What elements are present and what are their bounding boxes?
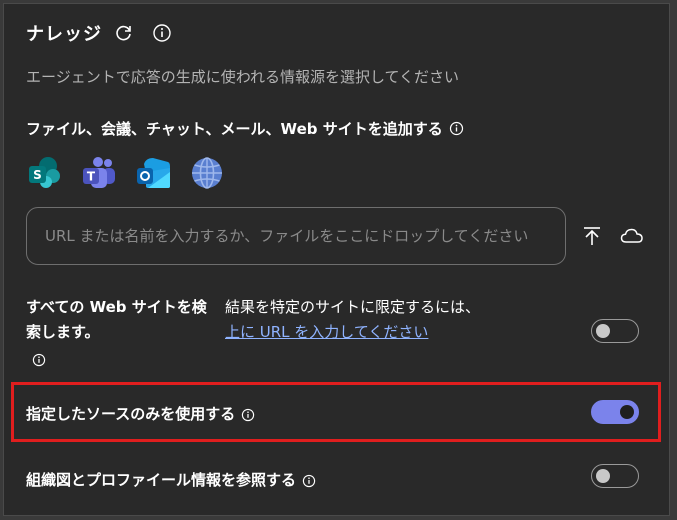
source-picker: S T xyxy=(26,154,242,192)
specified-sources-toggle[interactable] xyxy=(591,400,639,424)
web-search-note: 結果を特定のサイトに限定するには、 上に URL を入力してください xyxy=(225,295,480,345)
url-input[interactable] xyxy=(43,226,565,246)
info-icon[interactable] xyxy=(302,474,316,488)
toggle-knob xyxy=(596,469,610,483)
svg-text:S: S xyxy=(33,168,42,182)
knowledge-panel: ナレッジ エージェントで応答の生成に使われる情報源を選択してください ファイル、… xyxy=(3,3,670,516)
toggle-knob xyxy=(596,324,610,338)
info-icon[interactable] xyxy=(449,121,464,136)
add-sources-heading: ファイル、会議、チャット、メール、Web サイトを追加する xyxy=(26,118,464,139)
org-chart-label: 組織図とプロファイール情報を参照する xyxy=(26,471,297,489)
add-sources-label: ファイル、会議、チャット、メール、Web サイトを追加する xyxy=(26,120,443,138)
web-search-note-text: 結果を特定のサイトに限定するには、 xyxy=(225,298,481,316)
org-chart-row: 組織図とプロファイール情報を参照する xyxy=(26,468,316,493)
panel-header: ナレッジ xyxy=(26,20,172,46)
specified-sources-row: 指定したソースのみを使用する xyxy=(26,402,255,427)
sharepoint-icon[interactable]: S xyxy=(26,154,64,192)
web-globe-icon[interactable] xyxy=(188,154,226,192)
web-search-toggle[interactable] xyxy=(591,319,639,343)
enter-url-link[interactable]: 上に URL を入力してください xyxy=(225,323,428,341)
toggle-knob xyxy=(620,405,634,419)
info-icon[interactable] xyxy=(241,408,255,422)
url-input-container xyxy=(26,207,566,265)
refresh-icon[interactable] xyxy=(114,23,134,43)
upload-icon[interactable] xyxy=(581,225,603,251)
panel-title: ナレッジ xyxy=(26,24,102,45)
info-icon[interactable] xyxy=(32,352,46,371)
outlook-icon[interactable] xyxy=(134,154,172,192)
web-search-label: すべての Web サイトを検索します。 xyxy=(26,298,207,341)
specified-sources-label: 指定したソースのみを使用する xyxy=(26,405,236,423)
cloud-icon[interactable] xyxy=(620,226,644,250)
panel-description: エージェントで応答の生成に使われる情報源を選択してください xyxy=(26,68,460,86)
teams-icon[interactable]: T xyxy=(80,154,118,192)
info-icon[interactable] xyxy=(152,23,172,43)
org-chart-toggle[interactable] xyxy=(591,464,639,488)
svg-text:T: T xyxy=(87,170,96,184)
